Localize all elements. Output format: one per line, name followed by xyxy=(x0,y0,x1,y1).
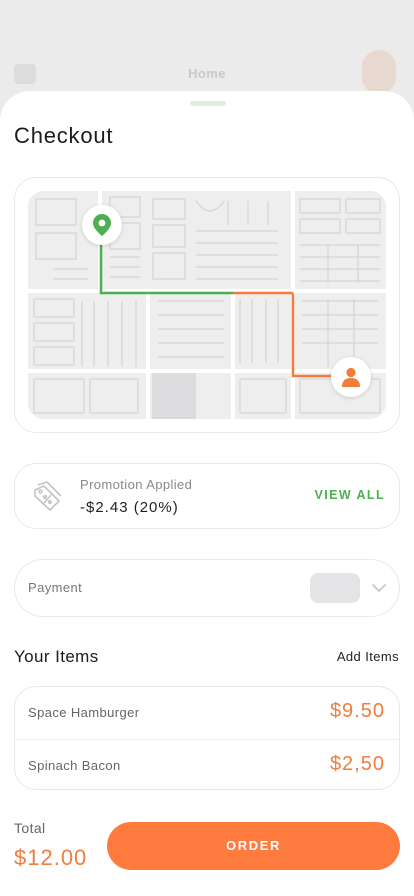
item-price: $2,50 xyxy=(329,753,385,775)
payment-selector[interactable]: Payment xyxy=(14,559,400,617)
destination-user-pin[interactable] xyxy=(331,357,371,397)
total-value: $12.00 xyxy=(14,845,88,870)
coupon-icon xyxy=(27,476,67,516)
item-price: $9.50 xyxy=(329,700,385,722)
chevron-down-icon[interactable] xyxy=(371,580,387,596)
view-all-link[interactable]: VIEW ALL xyxy=(315,488,385,502)
promotion-label: Promotion Applied xyxy=(80,477,193,492)
map-card xyxy=(14,177,400,433)
items-heading: Your Items xyxy=(14,647,99,666)
payment-method-card-icon xyxy=(310,573,360,603)
sheet-grabber[interactable] xyxy=(190,101,226,106)
list-item[interactable]: Space Hamburger $9.50 xyxy=(15,687,399,738)
page-title: Checkout xyxy=(14,123,114,148)
item-name: Space Hamburger xyxy=(28,705,140,720)
list-item[interactable]: Spinach Bacon $2,50 xyxy=(15,739,399,790)
map-block xyxy=(152,373,196,419)
user-icon xyxy=(342,367,360,387)
item-name: Spinach Bacon xyxy=(28,758,121,773)
payment-label: Payment xyxy=(28,580,83,595)
background-title: Home xyxy=(188,66,226,81)
start-location-pin[interactable] xyxy=(82,205,122,245)
checkout-sheet: Checkout Promotion Applied -$2.43 (20%) … xyxy=(0,91,414,896)
promotion-value: -$2.43 (20%) xyxy=(80,499,179,516)
location-pin-icon xyxy=(93,214,111,236)
total-label: Total xyxy=(14,820,46,836)
promotion-card: Promotion Applied -$2.43 (20%) VIEW ALL xyxy=(14,463,400,529)
order-button[interactable]: ORDER xyxy=(107,822,400,870)
avatar xyxy=(362,50,396,94)
items-list: Space Hamburger $9.50 Spinach Bacon $2,5… xyxy=(14,686,400,790)
add-items-link[interactable]: Add Items xyxy=(337,649,399,664)
route-map[interactable] xyxy=(28,191,386,419)
